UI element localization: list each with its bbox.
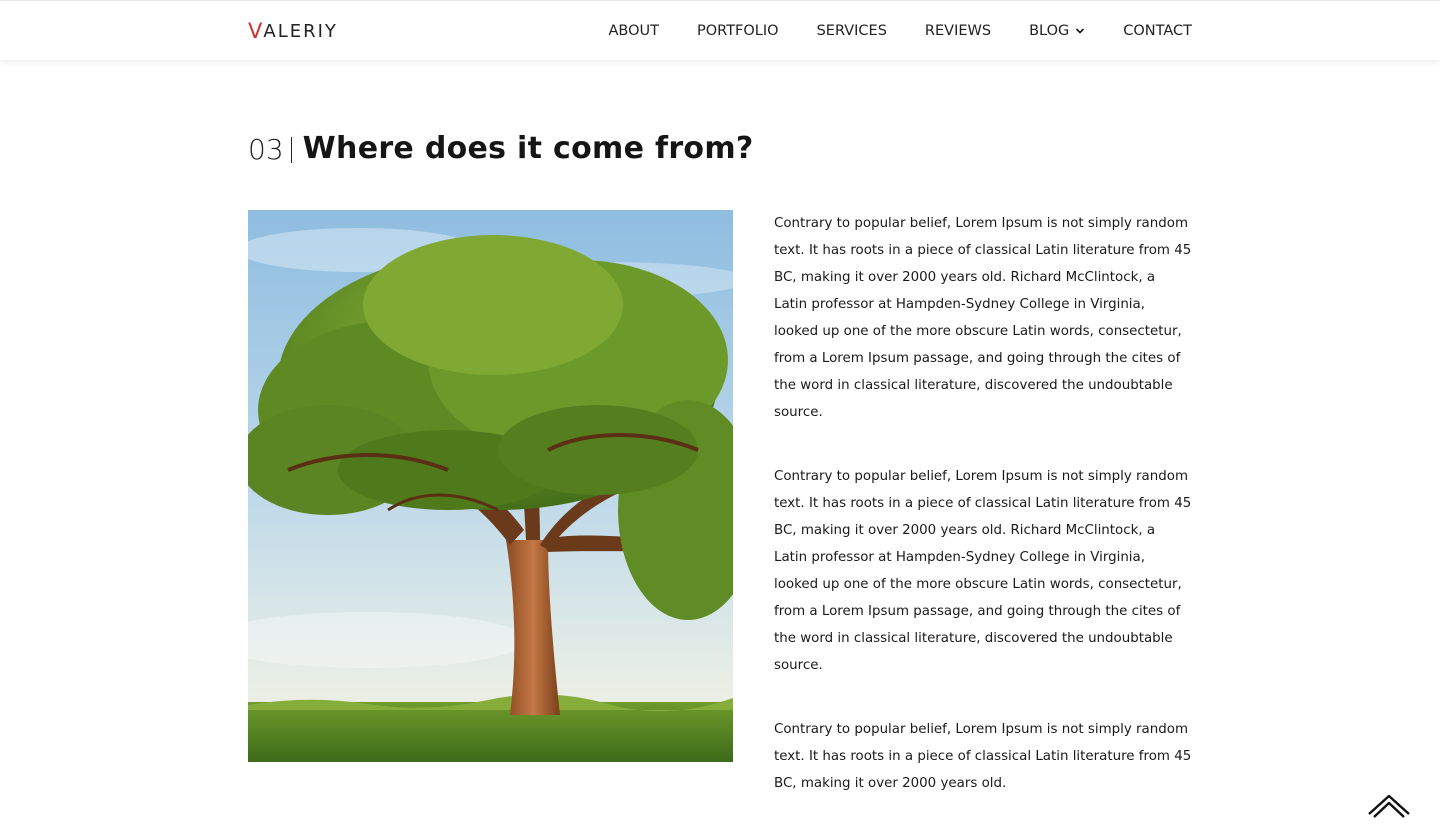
- tree-image: [248, 210, 733, 762]
- section-title: Where does it come from?: [302, 130, 754, 166]
- back-to-top-button[interactable]: [1367, 790, 1411, 820]
- nav-label: CONTACT: [1123, 23, 1192, 39]
- logo-text: ALERIY: [263, 20, 338, 42]
- nav-label: SERVICES: [816, 23, 887, 39]
- nav-item-services[interactable]: SERVICES: [817, 23, 887, 39]
- main-nav: ABOUT PORTFOLIO SERVICES REVIEWS BLOG CO…: [609, 1, 1192, 61]
- nav-label: BLOG: [1029, 23, 1070, 39]
- paragraph: Contrary to popular belief, Lorem Ipsum …: [774, 469, 1192, 673]
- section-heading: 03 Where does it come from?: [248, 128, 754, 168]
- double-chevron-up-icon: [1368, 794, 1410, 818]
- paragraph: Contrary to popular belief, Lorem Ipsum …: [774, 216, 1192, 420]
- tree-illustration: [248, 210, 733, 762]
- nav-item-portfolio[interactable]: PORTFOLIO: [697, 23, 779, 39]
- nav-item-blog[interactable]: BLOG: [1029, 23, 1085, 39]
- nav-label: ABOUT: [608, 23, 660, 39]
- nav-label: PORTFOLIO: [697, 23, 779, 39]
- nav-label: REVIEWS: [924, 23, 992, 39]
- logo-accent-letter: V: [248, 19, 263, 43]
- logo[interactable]: V ALERIY: [248, 19, 338, 43]
- nav-item-contact[interactable]: CONTACT: [1123, 23, 1192, 39]
- section-number: 03: [248, 136, 292, 164]
- chevron-down-icon: [1076, 28, 1085, 34]
- nav-item-about[interactable]: ABOUT: [609, 23, 660, 39]
- article-text: Contrary to popular belief, Lorem Ipsum …: [774, 210, 1192, 834]
- site-header: V ALERIY ABOUT PORTFOLIO SERVICES REVIEW…: [0, 0, 1440, 60]
- paragraph: Contrary to popular belief, Lorem Ipsum …: [774, 722, 1192, 791]
- nav-item-reviews[interactable]: REVIEWS: [925, 23, 991, 39]
